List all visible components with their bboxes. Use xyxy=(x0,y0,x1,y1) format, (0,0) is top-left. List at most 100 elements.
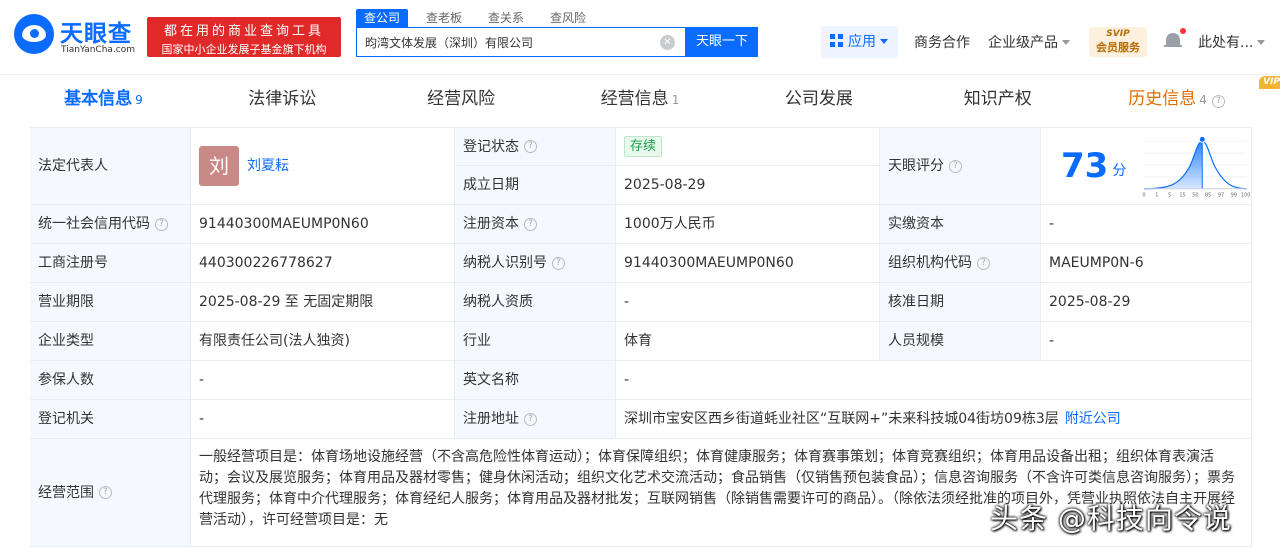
score-axis-tick: 50 xyxy=(1193,193,1199,199)
score-label-cell: 天眼评分? xyxy=(880,127,1041,205)
help-icon[interactable]: ? xyxy=(552,256,565,270)
help-icon[interactable]: ? xyxy=(1211,95,1225,108)
score-axis-tick: 0 xyxy=(1143,193,1146,199)
company-type-label: 企业类型 xyxy=(30,322,191,361)
avatar[interactable]: 刘 xyxy=(199,146,239,186)
tab-count: 9 xyxy=(135,93,143,107)
score-unit: 分 xyxy=(1112,163,1127,179)
legal-rep-link[interactable]: 刘夏耘 xyxy=(247,159,289,173)
top-bar: 天眼查 TianYanCha.com 都在用的商业查询工具 国家中小企业发展子基… xyxy=(0,0,1280,75)
company-type-value: 有限责任公司(法人独资) xyxy=(191,322,455,361)
apps-label: 应用 xyxy=(848,34,876,50)
status-badge: 存续 xyxy=(624,136,663,157)
tab-label: 公司发展 xyxy=(784,89,853,109)
search-tab-risk[interactable]: 查风险 xyxy=(542,9,594,27)
term-value: 2025-08-29 至 无固定期限 xyxy=(191,283,455,322)
address-cell: 深圳市宝安区西乡街道蚝业社区“互联网+”未来科技城04街坊09栋3层 附近公司 xyxy=(616,400,1252,439)
tab-label: 法律诉讼 xyxy=(248,89,317,109)
tab-label: 知识产权 xyxy=(963,89,1032,109)
help-icon[interactable]: ? xyxy=(524,412,537,426)
score-label: 天眼评分 xyxy=(888,158,944,174)
industry-label: 行业 xyxy=(455,322,616,361)
reg-capital-label-cell: 注册资本? xyxy=(455,205,616,244)
search-tab-boss[interactable]: 查老板 xyxy=(418,9,470,27)
user-menu[interactable]: 此处有... xyxy=(1198,32,1266,52)
chevron-down-icon xyxy=(1062,40,1070,45)
tab-count: 1 xyxy=(671,93,680,107)
tab-operations[interactable]: 经营信息 1 xyxy=(551,75,730,123)
score-axis-tick: 5 xyxy=(1168,193,1171,199)
tab-label: 经营风险 xyxy=(427,89,496,109)
score-axis-tick: 85 xyxy=(1205,193,1211,199)
search-tab-relation[interactable]: 查关系 xyxy=(480,9,532,27)
company-tabs: 基本信息 9 法律诉讼 经营风险 经营信息 1 公司发展 知识产权 历史信息 4? V… xyxy=(14,75,1280,123)
slogan-line2: 国家中小企业发展子基金旗下机构 xyxy=(161,43,327,56)
staff-size-label: 人员规模 xyxy=(880,322,1041,361)
apps-menu-button[interactable]: 应用 xyxy=(821,26,898,58)
reg-status-cell: 存续 xyxy=(616,127,880,166)
enterprise-products-menu[interactable]: 企业级产品 xyxy=(988,32,1070,52)
score-axis-tick: 99 xyxy=(1231,193,1237,199)
help-icon[interactable]: ? xyxy=(977,256,990,270)
tab-ip[interactable]: 知识产权 xyxy=(908,75,1087,123)
score-axis-tick: 1 xyxy=(1156,193,1159,199)
scope-label: 经营范围 xyxy=(38,484,94,501)
help-icon[interactable]: ? xyxy=(949,159,962,173)
bell-icon[interactable] xyxy=(1164,28,1186,51)
notification-dot xyxy=(1180,28,1186,34)
staff-size-value: - xyxy=(1041,322,1252,361)
tab-business-risk[interactable]: 经营风险 xyxy=(372,75,551,123)
legal-rep-label: 法定代表人 xyxy=(30,127,191,205)
enterprise-products-label: 企业级产品 xyxy=(988,35,1058,51)
nearby-companies-link[interactable]: 附近公司 xyxy=(1065,412,1121,426)
tab-label: 经营信息 xyxy=(600,89,669,109)
search-tab-company[interactable]: 查公司 xyxy=(356,9,409,27)
logo-domain: TianYanCha.com xyxy=(61,45,136,55)
help-icon[interactable]: ? xyxy=(524,217,537,231)
founded-label: 成立日期 xyxy=(455,166,616,205)
taxpayer-id-label-cell: 纳税人识别号? xyxy=(455,244,616,283)
score-distribution-chart: 0 1 5 15 50 85 97 99 100 xyxy=(1143,135,1251,199)
business-partner-link[interactable]: 商务合作 xyxy=(914,32,970,52)
clear-icon[interactable]: ✕ xyxy=(660,35,675,50)
credit-code-label: 统一社会信用代码 xyxy=(38,216,150,232)
chevron-down-icon xyxy=(880,39,888,44)
search-input[interactable] xyxy=(365,33,655,51)
svip-member-button[interactable]: SVIP 会员服务 xyxy=(1089,27,1147,57)
help-icon[interactable]: ? xyxy=(99,486,112,499)
english-name-value: - xyxy=(616,361,1252,400)
org-code-label-cell: 组织机构代码? xyxy=(880,244,1041,283)
paid-capital-label: 实缴资本 xyxy=(880,205,1041,244)
score-axis-tick: 100 xyxy=(1241,193,1250,199)
eye-logo-icon xyxy=(14,14,54,54)
help-icon[interactable]: ? xyxy=(524,140,537,153)
tab-basic-info[interactable]: 基本信息 9 xyxy=(14,75,193,123)
score-cell: 73 分 0 1 5 15 50 85 97 99 100 xyxy=(1041,127,1252,205)
address-label: 注册地址 xyxy=(463,411,519,427)
grid-icon xyxy=(830,34,843,47)
taxpayer-qual-label: 纳税人资质 xyxy=(455,283,616,322)
tab-history[interactable]: 历史信息 4? VIP xyxy=(1087,75,1280,123)
tab-label: 历史信息 xyxy=(1128,89,1197,109)
reg-capital-label: 注册资本 xyxy=(463,216,519,232)
score-value: 73 xyxy=(1061,146,1109,186)
reg-status-label: 登记状态 xyxy=(463,138,519,155)
credit-code-value: 91440300MAEUMP0N60 xyxy=(191,205,455,244)
slogan-line1: 都在用的商业查询工具 xyxy=(163,24,324,39)
legal-rep-cell: 刘 刘夏耘 xyxy=(191,127,455,205)
tab-count: 4 xyxy=(1199,93,1207,107)
search-button[interactable]: 天眼一下 xyxy=(686,27,758,57)
tab-development[interactable]: 公司发展 xyxy=(729,75,908,123)
score-axis-tick: 15 xyxy=(1180,193,1186,199)
reg-capital-value: 1000万人民币 xyxy=(616,205,880,244)
org-code-value: MAEUMP0N-6 xyxy=(1041,244,1252,283)
org-code-label: 组织机构代码 xyxy=(888,255,972,271)
credit-code-label-cell: 统一社会信用代码? xyxy=(30,205,191,244)
help-icon[interactable]: ? xyxy=(155,217,168,231)
taxpayer-id-value: 91440300MAEUMP0N60 xyxy=(616,244,880,283)
site-logo[interactable]: 天眼查 TianYanCha.com xyxy=(14,14,140,60)
chevron-down-icon xyxy=(1257,40,1266,45)
user-name: 此处有... xyxy=(1198,35,1254,51)
english-name-label: 英文名称 xyxy=(455,361,616,400)
tab-litigation[interactable]: 法律诉讼 xyxy=(193,75,372,123)
